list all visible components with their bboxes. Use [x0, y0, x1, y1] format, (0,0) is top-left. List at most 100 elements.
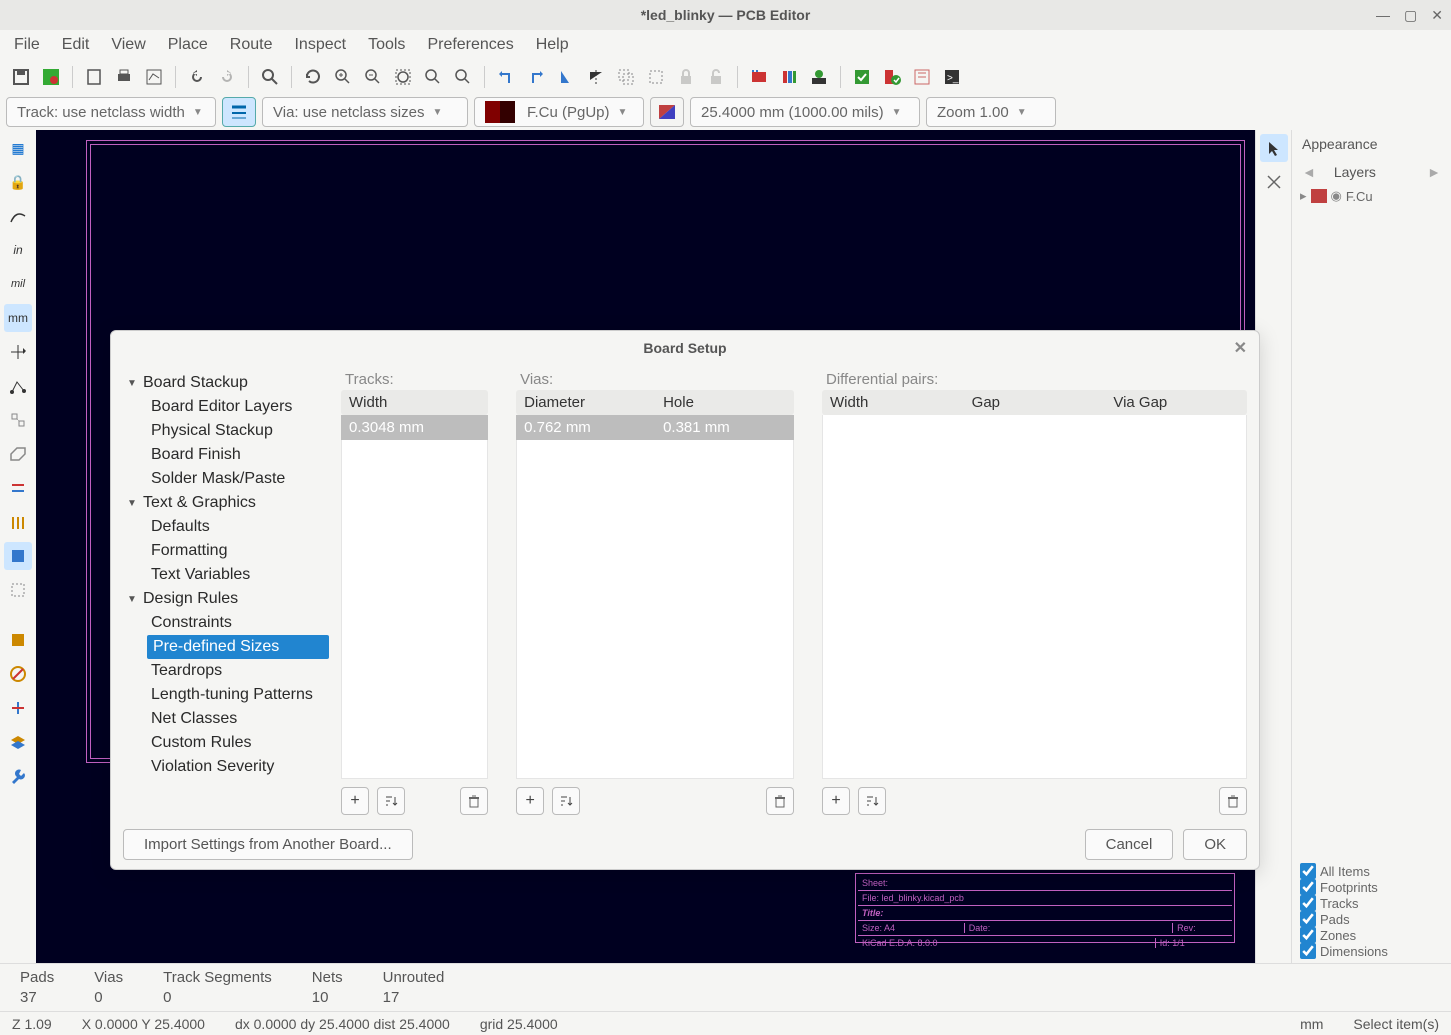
close-window-button[interactable]: ✕ — [1431, 7, 1443, 24]
print-icon[interactable] — [113, 66, 135, 88]
chk-pads[interactable] — [1300, 911, 1316, 927]
footprint-icon[interactable] — [748, 66, 770, 88]
rotate-ccw-icon[interactable] — [495, 66, 517, 88]
vias-sort-button[interactable] — [552, 787, 580, 815]
tree-physical-stackup[interactable]: Physical Stackup — [111, 419, 337, 443]
plot-icon[interactable] — [143, 66, 165, 88]
lock-toggle-icon[interactable]: 🔒 — [4, 168, 32, 196]
tree-teardrops[interactable]: Teardrops — [111, 659, 337, 683]
save-icon[interactable] — [10, 66, 32, 88]
menu-inspect[interactable]: Inspect — [294, 36, 346, 54]
tree-text-variables[interactable]: Text Variables — [111, 563, 337, 587]
via-outline-icon[interactable] — [4, 474, 32, 502]
tree-length-tuning[interactable]: Length-tuning Patterns — [111, 683, 337, 707]
tracks-sort-button[interactable] — [377, 787, 405, 815]
chk-zones[interactable] — [1300, 927, 1316, 943]
chk-tracks[interactable] — [1300, 895, 1316, 911]
tree-defaults[interactable]: Defaults — [111, 515, 337, 539]
undo-icon[interactable] — [186, 66, 208, 88]
update-icon[interactable] — [808, 66, 830, 88]
track-width-dropdown[interactable]: Track: use netclass width▼ — [6, 97, 216, 127]
maximize-button[interactable]: ▢ — [1404, 7, 1417, 24]
refresh-icon[interactable] — [302, 66, 324, 88]
rotate-cw-icon[interactable] — [525, 66, 547, 88]
menu-file[interactable]: File — [14, 36, 40, 54]
minimize-button[interactable]: — — [1376, 7, 1390, 24]
vias-add-button[interactable]: + — [516, 787, 544, 815]
track-autowidth-toggle[interactable] — [222, 97, 256, 127]
lock-icon[interactable] — [675, 66, 697, 88]
cancel-button[interactable]: Cancel — [1085, 829, 1174, 860]
chk-dimensions[interactable] — [1300, 943, 1316, 959]
tree-text-graphics[interactable]: ▼Text & Graphics — [111, 491, 337, 515]
erc-icon[interactable] — [881, 66, 903, 88]
chk-footprints[interactable] — [1300, 879, 1316, 895]
menu-tools[interactable]: Tools — [368, 36, 405, 54]
zoom-fit-icon[interactable] — [392, 66, 414, 88]
grid-toggle-icon[interactable]: ▦ — [4, 134, 32, 162]
zone-outline-icon[interactable] — [4, 626, 32, 654]
tree-predefined-sizes[interactable]: Pre-defined Sizes — [147, 635, 329, 659]
tab-scroll-left[interactable]: ◄ — [1296, 164, 1322, 180]
menu-place[interactable]: Place — [168, 36, 208, 54]
track-outline-icon[interactable] — [4, 508, 32, 536]
arrow-tool-icon[interactable] — [1260, 134, 1288, 162]
inches-icon[interactable]: in — [4, 236, 32, 264]
tree-board-editor-layers[interactable]: Board Editor Layers — [111, 395, 337, 419]
schematic-icon[interactable] — [911, 66, 933, 88]
tree-solder-mask[interactable]: Solder Mask/Paste — [111, 467, 337, 491]
menu-help[interactable]: Help — [536, 36, 569, 54]
drc-icon[interactable] — [851, 66, 873, 88]
tracks-add-button[interactable]: + — [341, 787, 369, 815]
tree-board-stackup[interactable]: ▼Board Stackup — [111, 371, 337, 395]
diff-delete-button[interactable] — [1219, 787, 1247, 815]
redo-icon[interactable] — [216, 66, 238, 88]
tree-formatting[interactable]: Formatting — [111, 539, 337, 563]
wrench-icon[interactable] — [4, 762, 32, 790]
zoom-in-icon[interactable] — [332, 66, 354, 88]
ungroup-icon[interactable] — [645, 66, 667, 88]
settings-icon[interactable] — [40, 66, 62, 88]
layer-dropdown[interactable]: F.Cu (PgUp)▼ — [474, 97, 644, 127]
menu-preferences[interactable]: Preferences — [427, 36, 513, 54]
diff-add-button[interactable]: + — [822, 787, 850, 815]
chk-allitems[interactable] — [1300, 863, 1316, 879]
ratsnest-icon[interactable] — [4, 372, 32, 400]
ratsnest-curved-icon[interactable] — [4, 406, 32, 434]
zone-hatch-icon[interactable] — [4, 660, 32, 688]
import-settings-button[interactable]: Import Settings from Another Board... — [123, 829, 413, 860]
via-size-dropdown[interactable]: Via: use netclass sizes▼ — [262, 97, 468, 127]
page-settings-icon[interactable] — [83, 66, 105, 88]
scripting-icon[interactable]: >_ — [941, 66, 963, 88]
search-icon[interactable] — [259, 66, 281, 88]
tree-board-finish[interactable]: Board Finish — [111, 443, 337, 467]
zoom-objects-icon[interactable] — [422, 66, 444, 88]
tracks-delete-button[interactable] — [460, 787, 488, 815]
net-highlight-icon[interactable] — [4, 576, 32, 604]
vias-row-0[interactable]: 0.762 mm0.381 mm — [516, 415, 794, 440]
tree-custom-rules[interactable]: Custom Rules — [111, 731, 337, 755]
mirror-v-icon[interactable] — [555, 66, 577, 88]
zoom-out-icon[interactable] — [362, 66, 384, 88]
outline-mode-icon[interactable] — [4, 440, 32, 468]
group-icon[interactable] — [615, 66, 637, 88]
tracks-row-0[interactable]: 0.3048 mm — [341, 415, 488, 440]
mm-icon[interactable]: mm — [4, 304, 32, 332]
menu-route[interactable]: Route — [230, 36, 273, 54]
unlock-icon[interactable] — [705, 66, 727, 88]
tab-scroll-right[interactable]: ► — [1421, 164, 1447, 180]
cursor-shape-icon[interactable] — [4, 338, 32, 366]
layer-manager-icon[interactable] — [4, 728, 32, 756]
tree-constraints[interactable]: Constraints — [111, 611, 337, 635]
tree-net-classes[interactable]: Net Classes — [111, 707, 337, 731]
tree-design-rules[interactable]: ▼Design Rules — [111, 587, 337, 611]
mils-icon[interactable]: mil — [4, 270, 32, 298]
dialog-close-button[interactable]: ✕ — [1234, 338, 1247, 358]
layer-pair-icon[interactable] — [650, 97, 684, 127]
menu-view[interactable]: View — [111, 36, 145, 54]
layer-row-fcu[interactable]: ▸ ◉ F.Cu — [1292, 186, 1451, 206]
ok-button[interactable]: OK — [1183, 829, 1247, 860]
measure-tool-icon[interactable] — [1260, 168, 1288, 196]
zone-fill-icon[interactable] — [4, 694, 32, 722]
mirror-h-icon[interactable] — [585, 66, 607, 88]
